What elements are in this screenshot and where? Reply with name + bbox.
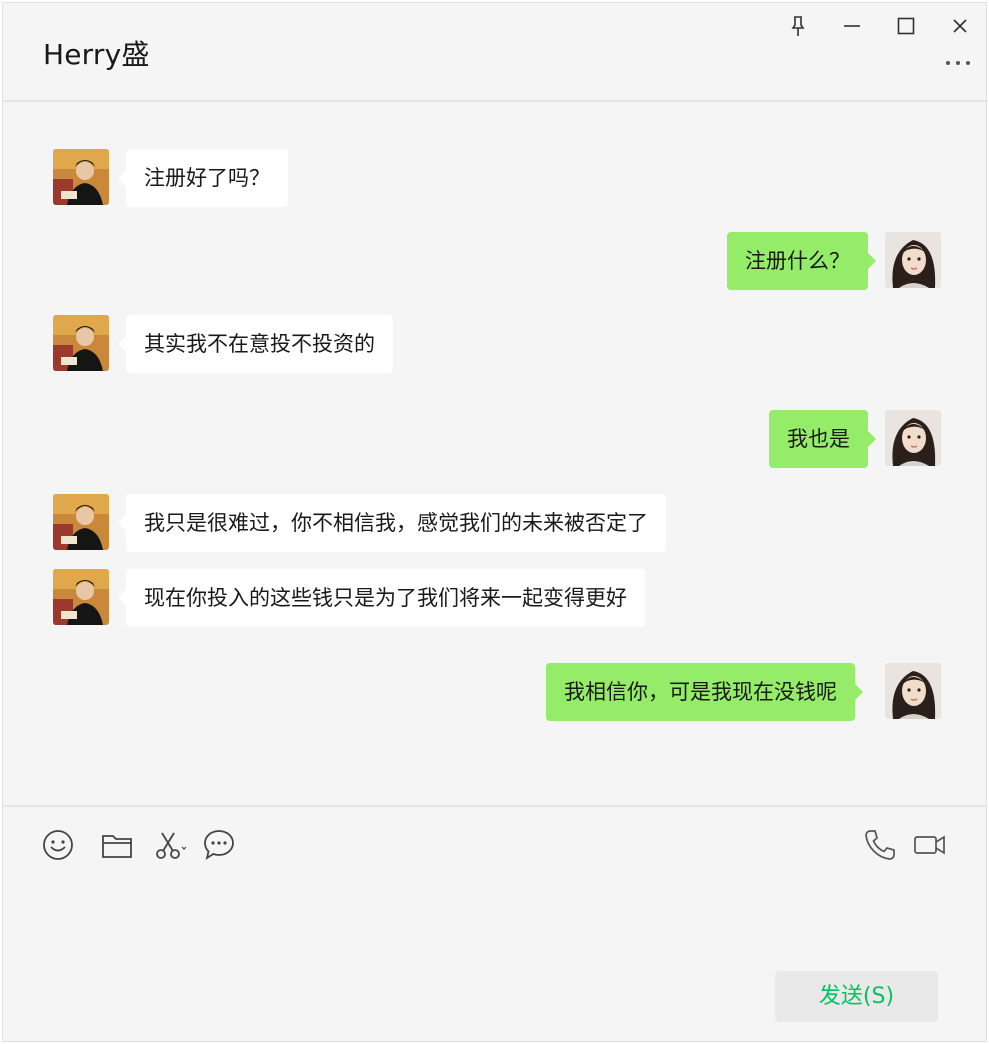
message-bubble-incoming[interactable]: 其实我不在意投不投资的 xyxy=(118,315,393,373)
more-icon[interactable] xyxy=(944,53,972,73)
contact-avatar[interactable] xyxy=(53,494,109,550)
screenshot-scissors-icon[interactable] xyxy=(153,828,187,862)
message-bubble-incoming[interactable]: 注册好了吗？ xyxy=(118,149,288,207)
my-avatar[interactable] xyxy=(885,663,941,719)
voice-call-icon[interactable] xyxy=(863,828,897,862)
message-input[interactable] xyxy=(23,878,963,963)
chat-window: Herry盛 注册好了吗？ 注册什么？ 其实我不在意投不投资的 我也是 我只是很… xyxy=(2,2,987,1042)
send-button[interactable]: 发送(S) xyxy=(775,971,938,1022)
my-avatar[interactable] xyxy=(885,410,941,466)
close-icon[interactable] xyxy=(947,13,973,39)
composer-divider xyxy=(3,805,986,807)
video-call-icon[interactable] xyxy=(913,828,947,862)
contact-avatar[interactable] xyxy=(53,149,109,205)
maximize-icon[interactable] xyxy=(893,13,919,39)
message-list[interactable]: 注册好了吗？ 注册什么？ 其实我不在意投不投资的 我也是 我只是很难过，你不相信… xyxy=(3,104,986,805)
chat-header: Herry盛 xyxy=(3,3,986,102)
message-bubble-incoming[interactable]: 我只是很难过，你不相信我，感觉我们的未来被否定了 xyxy=(118,494,666,552)
folder-icon[interactable] xyxy=(100,828,134,862)
my-avatar[interactable] xyxy=(885,232,941,288)
minimize-icon[interactable] xyxy=(839,13,865,39)
chat-history-icon[interactable] xyxy=(202,828,236,862)
message-bubble-outgoing[interactable]: 注册什么？ xyxy=(727,232,876,290)
pin-icon[interactable] xyxy=(785,13,811,39)
contact-name: Herry盛 xyxy=(43,38,150,71)
message-bubble-outgoing[interactable]: 我相信你，可是我现在没钱呢 xyxy=(546,663,863,721)
message-bubble-outgoing[interactable]: 我也是 xyxy=(769,410,876,468)
message-bubble-incoming[interactable]: 现在你投入的这些钱只是为了我们将来一起变得更好 xyxy=(118,569,645,627)
contact-avatar[interactable] xyxy=(53,315,109,371)
emoji-icon[interactable] xyxy=(41,828,75,862)
contact-avatar[interactable] xyxy=(53,569,109,625)
